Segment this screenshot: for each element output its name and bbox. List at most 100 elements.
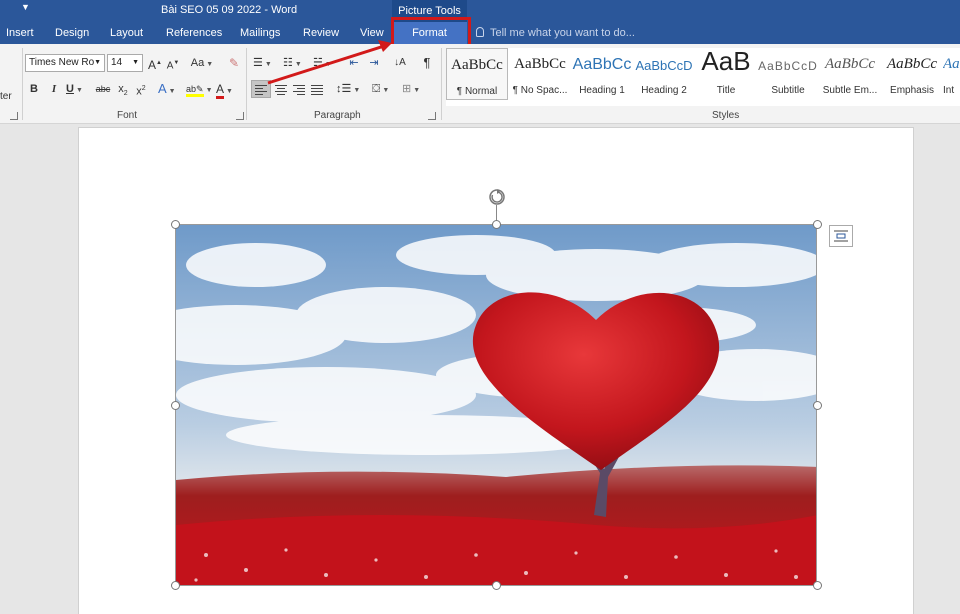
align-left-button[interactable] xyxy=(251,80,271,98)
borders-button[interactable]: ⊞ ▼ xyxy=(402,80,428,98)
group-separator xyxy=(22,48,23,120)
numbering-button[interactable]: ☷ ▼ xyxy=(283,54,309,72)
style-name: ¶ No Spac... xyxy=(512,85,568,96)
font-launcher-icon[interactable] xyxy=(236,112,244,120)
style-subtitle[interactable]: AaBbCcD Subtitle xyxy=(757,48,819,100)
align-right-button[interactable] xyxy=(290,80,308,98)
change-case-button[interactable]: Aa ▼ xyxy=(189,54,215,72)
style-preview: AaBbCcD xyxy=(635,58,693,73)
ribbon-tabs: Insert Design Layout References Mailings… xyxy=(0,22,960,44)
increase-indent-icon[interactable]: ⇥ xyxy=(366,54,382,72)
font-color-button[interactable]: A ▼ xyxy=(216,80,242,99)
tab-layout[interactable]: Layout xyxy=(110,22,143,44)
bold-button[interactable]: B xyxy=(28,80,40,98)
font-name-value: Times New Ro xyxy=(29,57,95,68)
strikethrough-button[interactable]: abc xyxy=(94,80,112,98)
window-title: Bài SEO 05 09 2022 - Word xyxy=(161,4,298,16)
align-right-icon xyxy=(293,85,305,95)
resize-handle-bottom-left[interactable] xyxy=(171,581,180,590)
underline-label: U xyxy=(66,83,74,95)
style-preview: AaBbCcD xyxy=(758,59,818,73)
borders-icon: ⊞ xyxy=(402,83,412,95)
tab-insert[interactable]: Insert xyxy=(6,22,34,44)
style-name: Heading 1 xyxy=(579,85,625,96)
clear-formatting-icon[interactable]: ✎ xyxy=(226,54,242,72)
shrink-font-button[interactable]: A▼ xyxy=(166,54,180,72)
resize-handle-right[interactable] xyxy=(813,401,822,410)
format-tab-highlight xyxy=(391,17,471,47)
grow-font-button[interactable]: A▲ xyxy=(148,54,162,72)
show-formatting-button[interactable]: ¶ xyxy=(420,54,434,72)
resize-handle-left[interactable] xyxy=(171,401,180,410)
shading-button[interactable]: ⛋ ▼ xyxy=(372,80,396,98)
tab-design[interactable]: Design xyxy=(55,22,89,44)
paragraph-launcher-icon[interactable] xyxy=(428,112,436,120)
tab-review[interactable]: Review xyxy=(303,22,339,44)
grow-font-label: A xyxy=(148,58,157,72)
style-title[interactable]: AaB Title xyxy=(695,48,757,100)
style-preview: AaBbCc xyxy=(825,56,875,72)
style-emphasis[interactable]: AaBbCc Emphasis xyxy=(881,48,943,100)
tab-references[interactable]: References xyxy=(166,22,222,44)
style-normal[interactable]: AaBbCc ¶ Normal xyxy=(446,48,508,100)
text-effects-button[interactable]: A ▼ xyxy=(158,80,182,98)
clipboard-launcher-icon[interactable] xyxy=(10,112,18,120)
style-heading-2[interactable]: AaBbCcD Heading 2 xyxy=(633,48,695,100)
font-color-label: A xyxy=(216,82,225,99)
resize-handle-bottom[interactable] xyxy=(492,581,501,590)
align-center-icon xyxy=(275,85,287,95)
font-name-combo[interactable]: Times New Ro ▼ xyxy=(25,54,105,72)
ribbon: ter Times New Ro ▼ 14 ▼ A▲ A▼ Aa ▼ ✎ B I U ▼… xyxy=(0,44,960,124)
quick-access-customize-icon[interactable]: ▼ xyxy=(21,2,30,12)
font-group-label: Font xyxy=(117,110,138,121)
style-heading-1[interactable]: AaBbCc Heading 1 xyxy=(571,48,633,100)
resize-handle-top[interactable] xyxy=(492,220,501,229)
multilevel-list-button[interactable]: ☵ ▼ xyxy=(313,54,337,72)
line-spacing-icon: ↕☰ xyxy=(336,83,352,95)
style-name: Subtle Em... xyxy=(822,85,878,96)
text-effects-label: A xyxy=(158,81,167,96)
paint-bucket-icon: ⛋ xyxy=(372,83,381,95)
styles-gallery: AaBbCc ¶ Normal AaBbCc ¶ No Spac... AaBb… xyxy=(446,48,960,106)
highlighter-icon: ab✎ xyxy=(186,84,204,97)
align-center-button[interactable] xyxy=(272,80,290,98)
paragraph-group-label: Paragraph xyxy=(314,110,361,121)
heart-tree-image xyxy=(176,225,816,585)
rotate-icon[interactable] xyxy=(487,187,507,207)
style-intense-emphasis[interactable]: Aa Int xyxy=(943,48,960,100)
resize-handle-top-left[interactable] xyxy=(171,220,180,229)
underline-button[interactable]: U ▼ xyxy=(66,80,92,98)
chevron-down-icon: ▼ xyxy=(132,59,139,66)
heart-tree-picture[interactable] xyxy=(175,224,817,586)
tab-mailings[interactable]: Mailings xyxy=(240,22,280,44)
tell-me-placeholder: Tell me what you want to do... xyxy=(490,27,635,39)
multilevel-list-icon: ☵ xyxy=(313,57,323,69)
font-size-combo[interactable]: 14 ▼ xyxy=(107,54,143,72)
styles-group-label: Styles xyxy=(712,110,740,121)
style-name: ¶ Normal xyxy=(456,86,498,97)
font-size-value: 14 xyxy=(111,57,123,68)
resize-handle-bottom-right[interactable] xyxy=(813,581,822,590)
line-spacing-button[interactable]: ↕☰ ▼ xyxy=(336,80,362,98)
sort-icon[interactable]: ↓A xyxy=(392,54,408,72)
tab-view[interactable]: View xyxy=(360,22,384,44)
subscript-button[interactable]: x2 xyxy=(116,80,130,98)
decrease-indent-icon[interactable]: ⇤ xyxy=(346,54,362,72)
highlight-color-button[interactable]: ab✎ ▼ xyxy=(186,80,213,98)
tell-me-box[interactable]: Tell me what you want to do... xyxy=(476,22,635,44)
chevron-down-icon: ▼ xyxy=(94,59,101,66)
style-preview: AaB xyxy=(701,48,751,76)
style-subtle-emphasis[interactable]: AaBbCc Subtle Em... xyxy=(819,48,881,100)
italic-button[interactable]: I xyxy=(48,80,60,98)
style-name: Emphasis xyxy=(890,85,934,96)
style-no-spacing[interactable]: AaBbCc ¶ No Spac... xyxy=(509,48,571,100)
resize-handle-top-right[interactable] xyxy=(813,220,822,229)
align-left-icon xyxy=(255,85,267,95)
layout-options-icon[interactable] xyxy=(829,225,853,247)
superscript-button[interactable]: x2 xyxy=(134,80,148,98)
style-name: Title xyxy=(716,85,736,96)
clipboard-partial-label: ter xyxy=(0,91,12,102)
bullets-button[interactable]: ☰ ▼ xyxy=(253,54,279,72)
style-preview: AaBbCc xyxy=(887,56,937,72)
justify-button[interactable] xyxy=(308,80,326,98)
